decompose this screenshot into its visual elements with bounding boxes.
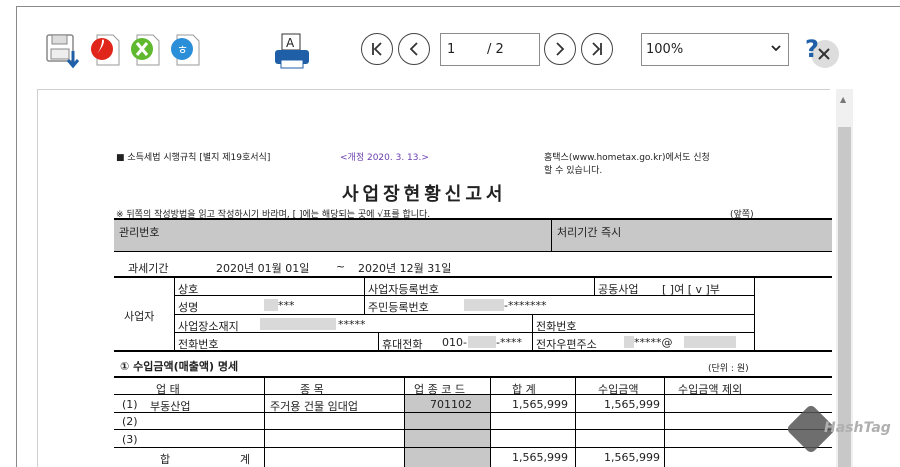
svg-text:A: A [286, 36, 295, 50]
biz-address-value: ***** [338, 318, 366, 331]
email-label: 전자우편주소 [536, 338, 597, 351]
mobile-tail: -**** [496, 336, 522, 349]
redacted-block [468, 336, 496, 348]
form-regulation-label: ■ 소득세법 시행규칙 [별지 제19호서식] [116, 153, 271, 163]
rrn-value: -******* [504, 299, 547, 312]
first-page-icon [372, 42, 382, 56]
first-page-button[interactable] [361, 33, 393, 65]
col-business-item: 종 목 [300, 383, 324, 396]
svg-text:?: ? [805, 35, 819, 63]
col-total: 합 계 [512, 383, 536, 396]
tax-period-from: 2020년 01월 01일 [216, 262, 310, 275]
row-income: 1,565,999 [604, 398, 660, 411]
report-viewer-window: ㅎ A 1 / 2 100% ? ■ 소득세법 시행규칙 [별지 제19호서식]… [16, 6, 900, 467]
total-pages-label: / 2 [487, 42, 504, 57]
hangul-doc-icon[interactable]: ㅎ [169, 33, 203, 67]
redacted-block [264, 299, 278, 311]
sum-label-b: 계 [240, 453, 251, 466]
save-download-icon[interactable] [45, 33, 80, 69]
unit-label: (단위 : 원) [708, 364, 749, 374]
chevron-down-icon [770, 42, 782, 58]
pdf-icon[interactable] [89, 33, 123, 67]
biz-reg-no-label: 사업자등록번호 [368, 283, 439, 296]
row-no: (1) [122, 398, 138, 411]
sum-label-a: 합 [160, 453, 171, 466]
tax-period-to: 2020년 12월 31일 [358, 262, 452, 275]
phone-no-label: 전화번호 [536, 320, 577, 333]
mobile-value: 010- [442, 336, 467, 349]
hometax-note-1: 홈택스(www.hometax.go.kr)에서도 신청 [544, 153, 710, 163]
watermark-text: HashTag [824, 420, 891, 436]
tax-period-label: 과세기간 [128, 262, 169, 275]
redacted-block [464, 299, 504, 311]
printer-icon[interactable]: A [272, 33, 312, 73]
next-page-button[interactable] [544, 33, 576, 65]
redacted-block [684, 336, 736, 348]
zoom-value: 100% [646, 42, 684, 57]
col-business-type: 업 태 [156, 383, 180, 396]
business-label: 사업자 [124, 310, 155, 323]
row-no: (2) [122, 415, 138, 428]
person-name-label: 성명 [178, 301, 199, 314]
scroll-up-icon[interactable]: ▲ [840, 95, 846, 104]
redacted-block [260, 318, 336, 330]
svg-text:ㅎ: ㅎ [177, 43, 188, 57]
person-name-value: *** [278, 299, 295, 312]
current-page-input[interactable]: 1 [447, 42, 455, 57]
row-no: (3) [122, 433, 138, 446]
email-value: *****@ [634, 336, 673, 349]
mgmt-row [114, 219, 832, 251]
viewer-toolbar: ㅎ A 1 / 2 100% ? [17, 7, 900, 81]
row-business-item: 주거용 건물 임대업 [270, 400, 358, 413]
joint-business-label: 공동사업 [598, 283, 639, 296]
joint-business-value: [ ]여 [ v ]부 [662, 283, 720, 296]
mobile-label: 휴대전화 [382, 338, 423, 351]
hometax-note-2: 할 수 있습니다. [544, 166, 603, 176]
excel-icon[interactable] [129, 33, 163, 67]
tel-no-label: 전화번호 [178, 338, 219, 351]
rrn-label: 주민등록번호 [368, 301, 429, 314]
last-page-button[interactable] [581, 33, 613, 65]
row-total: 1,565,999 [512, 398, 568, 411]
form-amend-date: <개정 2020. 3. 13.> [340, 153, 429, 163]
col-income-excl: 수입금액 제외 [678, 383, 743, 396]
biz-address-label: 사업장소재지 [178, 320, 239, 333]
hashtag-watermark: HashTag [785, 403, 891, 455]
next-page-icon [556, 42, 565, 56]
mgmt-no-label: 관리번호 [119, 226, 160, 239]
form-title: 사업장현황신고서 [342, 184, 507, 205]
prev-page-button[interactable] [398, 33, 430, 65]
col-industry-code: 업 종 코 드 [414, 383, 465, 396]
sum-total: 1,565,999 [512, 451, 568, 464]
tax-period-tilde: ~ [336, 260, 346, 273]
page-number-field[interactable]: 1 / 2 [440, 33, 540, 66]
redacted-block [624, 336, 634, 348]
row-industry-code: 701102 [430, 398, 472, 411]
document-area: ■ 소득세법 시행규칙 [별지 제19호서식] <개정 2020. 3. 13.… [17, 81, 900, 467]
section-income-title: ① 수입금액(매출액) 명세 [120, 360, 239, 373]
col-income: 수입금액 [598, 383, 639, 396]
prev-page-icon [409, 42, 418, 56]
sum-income: 1,565,999 [604, 451, 660, 464]
last-page-icon [592, 42, 602, 56]
help-close-icon[interactable]: ? [803, 33, 843, 71]
proc-period-label: 처리기간 즉시 [557, 226, 622, 239]
trade-name-label: 상호 [178, 283, 199, 296]
zoom-select[interactable]: 100% [641, 33, 789, 66]
document-page: ■ 소득세법 시행규칙 [별지 제19호서식] <개정 2020. 3. 13.… [37, 89, 832, 467]
row-business-type: 부동산업 [150, 400, 191, 413]
